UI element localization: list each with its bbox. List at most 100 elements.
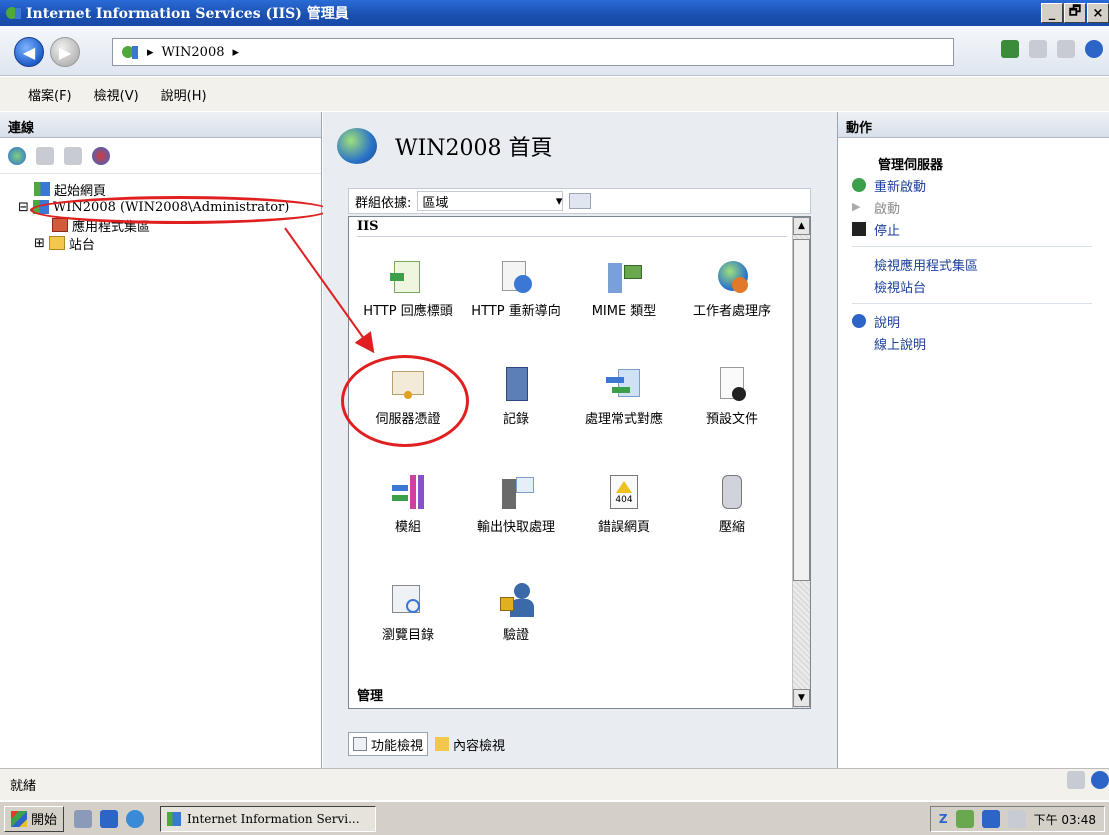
scroll-up-button[interactable]: ▲ [793,217,810,235]
home-pane: WIN2008 首頁 群組依據: 區域 ▾ IIS 管理 HTTP 回應標頭 H… [323,112,837,768]
scroll-thumb[interactable] [793,239,810,581]
maximize-button[interactable]: 🗗 [1064,3,1086,23]
action-view-sites[interactable]: 檢視站台 [852,275,1109,297]
feature-worker-processes[interactable]: 工作者處理序 [677,257,787,318]
save-icon[interactable] [36,146,54,165]
stop-icon [852,222,866,236]
feature-handler-mappings[interactable]: 處理常式對應 [569,365,679,426]
up-icon[interactable] [64,146,82,165]
address-sep-icon: ▸ [232,44,240,60]
compression-icon [712,473,752,513]
output-caching-icon [496,473,536,513]
menu-file[interactable]: 檔案(F) [28,85,72,104]
action-stop[interactable]: 停止 [852,218,1109,240]
menu-view[interactable]: 檢視(V) [94,85,139,104]
quick-launch [74,809,145,828]
features-scrollbar[interactable]: ▲ ▼ [792,217,810,708]
action-help[interactable]: 說明 [852,310,1109,332]
features-panel: IIS 管理 HTTP 回應標頭 HTTP 重新導向 MIME 類型 工作者處理… [341,216,811,709]
disconnect-icon[interactable] [92,146,110,165]
start-button[interactable]: 開始 [4,805,65,832]
action-online-help[interactable]: 線上說明 [852,332,1109,354]
feature-mime-types[interactable]: MIME 類型 [569,257,679,318]
title-bar: Internet Information Services (IIS) 管理員 … [0,0,1109,26]
connections-header: 連線 [0,112,321,138]
action-label: 停止 [874,223,901,239]
feature-label: 驗證 [502,628,529,643]
section-iis: IIS [357,219,787,237]
tree-item-sites[interactable]: ⊞ 站台 [0,234,321,253]
tab-content-view[interactable]: 內容檢視 [430,732,510,756]
feature-modules[interactable]: 模組 [353,473,463,534]
feature-error-pages[interactable]: 404 錯誤網頁 [569,473,679,534]
view-options-icon[interactable] [569,193,592,209]
expand-icon[interactable]: ⊞ [34,236,45,251]
feature-http-response-headers[interactable]: HTTP 回應標頭 [353,257,463,318]
menu-bar: 檔案(F) 檢視(V) 說明(H) [0,77,1109,111]
authentication-icon [496,581,536,621]
action-restart[interactable]: 重新啟動 [852,174,1109,196]
help-icon[interactable] [1085,40,1103,58]
action-start[interactable]: ▶ 啟動 [852,196,1109,218]
feature-http-redirect[interactable]: HTTP 重新導向 [461,257,571,318]
http-response-headers-icon [388,257,428,297]
action-label: 說明 [874,315,901,331]
action-label: 檢視應用程式集區 [874,258,979,274]
home-header: WIN2008 首頁 [337,128,553,164]
directory-browsing-icon [388,581,428,621]
feature-label: 錯誤網頁 [597,520,650,535]
start-label: 開始 [31,813,58,828]
address-segment-win2008[interactable]: WIN2008 [162,45,225,60]
actions-divider [852,303,1092,304]
minimize-button[interactable]: _ [1041,3,1063,23]
status-text: 就緒 [10,779,37,794]
feature-logging[interactable]: 記錄 [461,365,571,426]
logging-icon [496,365,536,405]
refresh-icon[interactable] [1001,40,1019,58]
group-by-value: 區域 [422,195,449,211]
stop-icon[interactable] [1029,40,1047,58]
menu-help[interactable]: 說明(H) [161,85,207,104]
feature-authentication[interactable]: 驗證 [461,581,571,642]
forward-button[interactable]: ▶ [50,37,80,67]
feature-output-caching[interactable]: 輸出快取處理 [461,473,571,534]
scroll-down-button[interactable]: ▼ [793,689,810,707]
connections-toolbar [0,138,321,174]
feature-label: 工作者處理序 [692,304,771,319]
feature-label: HTTP 回應標頭 [363,304,453,319]
action-view-app-pools[interactable]: 檢視應用程式集區 [852,253,1109,275]
annotation-ellipse-server [30,196,330,224]
manage-server-heading: 管理伺服器 [878,157,944,173]
server-icon [122,46,138,59]
group-by-select[interactable]: 區域 ▾ [417,191,564,211]
ime-icon[interactable]: Z [939,812,948,826]
action-label: 線上說明 [874,337,927,353]
ie-icon[interactable] [126,809,145,828]
error-404-badge: 404 [615,495,633,505]
error-pages-icon: 404 [604,473,644,513]
taskbar-item-iis[interactable]: Internet Information Servi... [160,805,377,832]
connect-icon[interactable] [8,146,26,165]
tab-features-view[interactable]: 功能檢視 [348,732,429,756]
app-pool-icon [52,218,68,232]
feature-default-document[interactable]: 預設文件 [677,365,787,426]
taskbar: 開始 Internet Information Servi... Z 下午 03… [0,801,1109,835]
powershell-icon[interactable] [100,809,119,828]
feature-compression[interactable]: 壓縮 [677,473,787,534]
status-help-icon[interactable] [1091,771,1109,789]
tray-icon[interactable] [955,810,974,828]
windows-logo-icon [11,810,27,827]
back-button[interactable]: ◀ [14,37,44,67]
network-icon[interactable] [981,810,1000,828]
close-button[interactable]: × [1087,3,1109,23]
collapse-icon[interactable]: ⊟ [18,200,29,215]
feature-directory-browsing[interactable]: 瀏覽目錄 [353,581,463,642]
status-network-icon [1067,771,1085,789]
iis-app-icon [6,7,21,19]
feature-label: 記錄 [502,412,529,427]
tree-item-label: 站台 [68,237,95,253]
address-box[interactable]: ▸ WIN2008 ▸ [112,38,954,66]
volume-icon[interactable] [1007,810,1026,828]
server-manager-icon[interactable] [74,809,93,828]
home-icon[interactable] [1057,40,1075,58]
